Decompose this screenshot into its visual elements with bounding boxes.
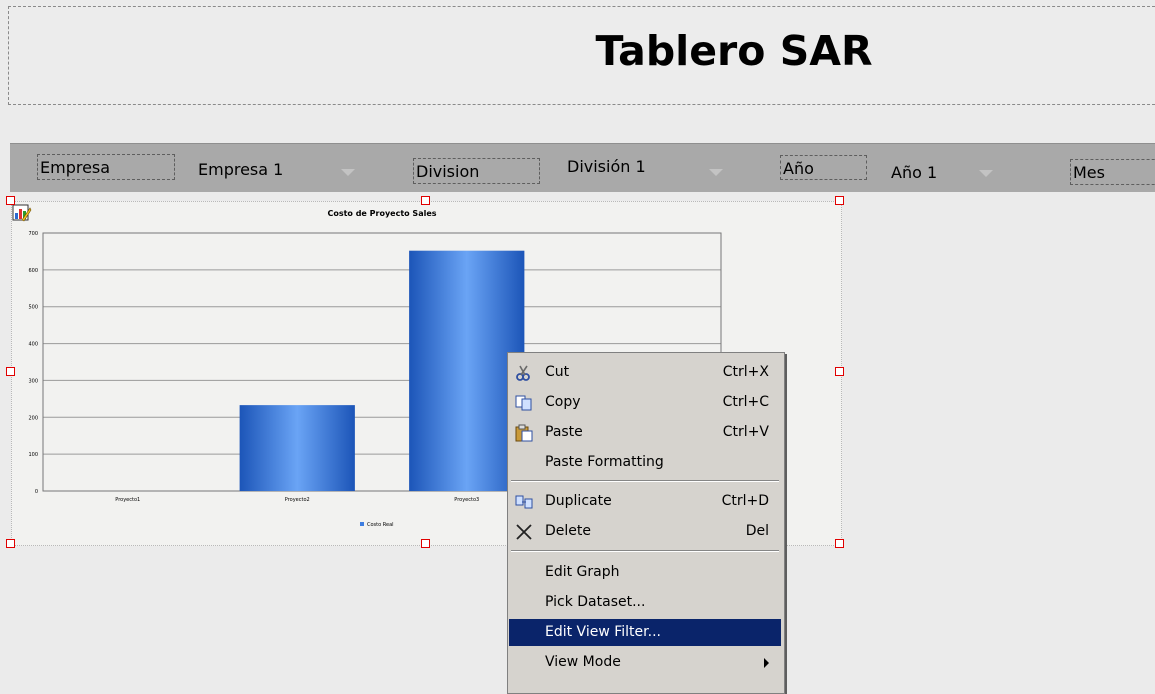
menu-shortcut: Del bbox=[745, 523, 769, 539]
bar bbox=[239, 405, 355, 491]
menu-label: Duplicate bbox=[545, 493, 612, 509]
title-panel: Tablero SAR bbox=[8, 6, 1155, 105]
menu-label: Edit Graph bbox=[545, 564, 620, 580]
y-tick-label: 700 bbox=[28, 231, 38, 237]
page-title: Tablero SAR bbox=[595, 27, 873, 75]
resize-handle-bottom-right[interactable] bbox=[835, 539, 844, 548]
context-menu: Cut Ctrl+X Copy Ctrl+C Paste Ctrl+V Past… bbox=[507, 352, 785, 694]
menu-shortcut: Ctrl+C bbox=[722, 394, 769, 410]
y-tick-label: 0 bbox=[35, 489, 38, 495]
filter-bar: Empresa Empresa 1 Division División 1 Añ… bbox=[10, 143, 1155, 192]
resize-handle-top[interactable] bbox=[421, 196, 430, 205]
edit-graph-icon[interactable] bbox=[12, 203, 32, 223]
division-select[interactable]: División 1 bbox=[567, 157, 742, 179]
resize-handle-bottom[interactable] bbox=[421, 539, 430, 548]
menu-item-cut[interactable]: Cut Ctrl+X bbox=[509, 359, 781, 386]
menu-label: Paste bbox=[545, 424, 583, 440]
menu-label: Copy bbox=[545, 394, 581, 410]
menu-item-duplicate[interactable]: Duplicate Ctrl+D bbox=[509, 488, 781, 515]
y-tick-label: 200 bbox=[28, 415, 38, 421]
resize-handle-right[interactable] bbox=[835, 367, 844, 376]
y-tick-label: 400 bbox=[28, 342, 38, 348]
y-tick-label: 100 bbox=[28, 452, 38, 458]
empresa-label: Empresa bbox=[37, 154, 175, 180]
menu-separator bbox=[511, 550, 779, 552]
menu-separator bbox=[511, 480, 779, 482]
menu-shortcut: Ctrl+X bbox=[722, 364, 769, 380]
resize-handle-left[interactable] bbox=[6, 367, 15, 376]
menu-label: View Mode bbox=[545, 654, 621, 670]
menu-item-pick-dataset[interactable]: Pick Dataset... bbox=[509, 589, 781, 616]
division-select-value: División 1 bbox=[567, 157, 646, 176]
resize-handle-top-left[interactable] bbox=[6, 196, 15, 205]
copy-icon bbox=[515, 395, 532, 411]
chevron-down-icon bbox=[979, 170, 993, 177]
menu-item-view-mode[interactable]: View Mode bbox=[509, 649, 781, 676]
menu-shortcut: Ctrl+D bbox=[721, 493, 769, 509]
empresa-select-value: Empresa 1 bbox=[198, 160, 284, 179]
submenu-arrow-icon bbox=[764, 658, 769, 668]
mes-label: Mes bbox=[1070, 159, 1155, 185]
duplicate-icon bbox=[515, 495, 533, 509]
menu-label: Edit View Filter... bbox=[545, 624, 661, 640]
resize-handle-bottom-left[interactable] bbox=[6, 539, 15, 548]
y-tick-label: 600 bbox=[28, 268, 38, 274]
x-tick-label: Proyecto3 bbox=[454, 497, 479, 503]
menu-item-paste-formatting[interactable]: Paste Formatting bbox=[509, 449, 781, 476]
x-tick-label: Proyecto1 bbox=[115, 497, 140, 503]
paste-icon bbox=[515, 424, 533, 442]
empresa-select[interactable]: Empresa 1 bbox=[198, 160, 373, 182]
menu-item-edit-graph[interactable]: Edit Graph bbox=[509, 559, 781, 586]
menu-label: Pick Dataset... bbox=[545, 594, 646, 610]
menu-item-edit-view-filter[interactable]: Edit View Filter... bbox=[509, 619, 781, 646]
anio-label: Año bbox=[780, 155, 867, 180]
anio-select-value: Año 1 bbox=[891, 163, 938, 182]
scissors-icon bbox=[516, 365, 530, 381]
y-tick-label: 500 bbox=[28, 305, 38, 311]
menu-item-delete[interactable]: Delete Del bbox=[509, 518, 781, 545]
division-label: Division bbox=[413, 158, 540, 184]
resize-handle-top-right[interactable] bbox=[835, 196, 844, 205]
menu-label: Cut bbox=[545, 364, 570, 380]
y-tick-label: 300 bbox=[28, 378, 38, 384]
delete-x-icon bbox=[516, 524, 532, 540]
menu-item-paste[interactable]: Paste Ctrl+V bbox=[509, 419, 781, 446]
menu-shortcut: Ctrl+V bbox=[722, 424, 769, 440]
x-tick-label: Proyecto2 bbox=[285, 497, 310, 503]
menu-label: Delete bbox=[545, 523, 591, 539]
chart-title: Costo de Proyecto Sales bbox=[327, 209, 436, 218]
menu-label: Paste Formatting bbox=[545, 454, 664, 470]
legend-label: Costo Real bbox=[367, 522, 394, 528]
anio-select[interactable]: Año 1 bbox=[891, 163, 1006, 185]
chevron-down-icon bbox=[341, 169, 355, 176]
menu-item-copy[interactable]: Copy Ctrl+C bbox=[509, 389, 781, 416]
legend-swatch bbox=[360, 522, 364, 526]
chevron-down-icon bbox=[709, 169, 723, 176]
